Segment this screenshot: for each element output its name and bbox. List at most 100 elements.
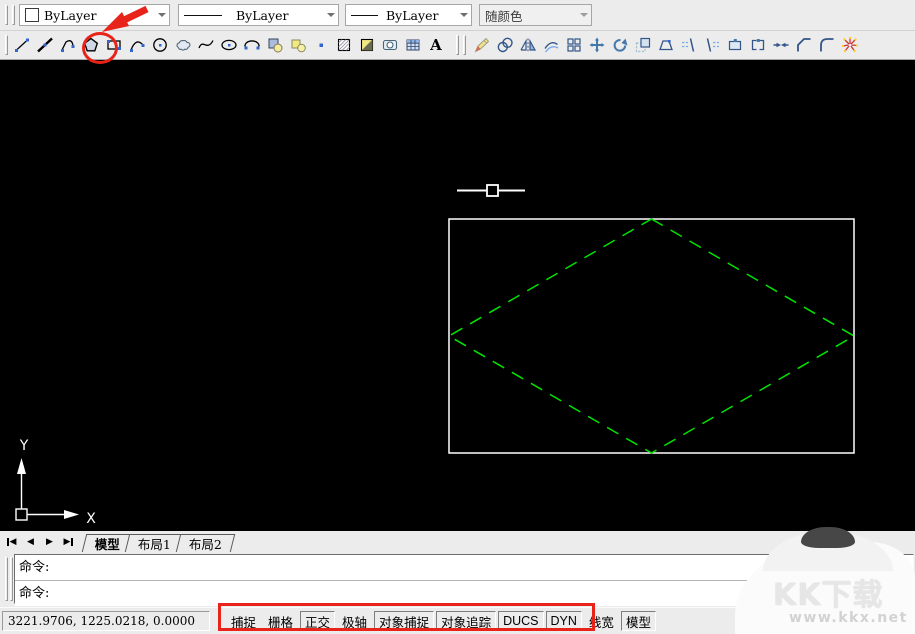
draw-modify-toolbar-row: A bbox=[0, 31, 915, 60]
next-layout-tab-button[interactable]: ▶ bbox=[41, 534, 58, 550]
toolbar-grip[interactable] bbox=[12, 5, 15, 25]
bar-icon bbox=[71, 538, 73, 546]
drawing-canvas[interactable]: Y X bbox=[0, 60, 915, 531]
polyline-button[interactable] bbox=[56, 33, 79, 58]
stretch-button[interactable] bbox=[654, 33, 677, 58]
toggle-DYN[interactable]: DYN bbox=[546, 611, 582, 631]
hatch-button[interactable] bbox=[332, 33, 355, 58]
spline-icon bbox=[197, 36, 215, 54]
mirror-icon bbox=[519, 36, 537, 54]
lineweight-control-combobox[interactable]: ByLayer bbox=[345, 4, 472, 26]
ellipse-arc-button[interactable] bbox=[240, 33, 263, 58]
svg-text:A: A bbox=[429, 36, 442, 54]
toolbar-grip[interactable] bbox=[5, 35, 8, 55]
insert-block-button[interactable] bbox=[263, 33, 286, 58]
rectangle-button[interactable] bbox=[102, 33, 125, 58]
move-icon bbox=[588, 36, 606, 54]
scale-button[interactable] bbox=[631, 33, 654, 58]
previous-layout-tab-button[interactable]: ◀ bbox=[22, 534, 39, 550]
toggle-线宽[interactable]: 线宽 bbox=[584, 611, 619, 631]
construction-line-button[interactable] bbox=[33, 33, 56, 58]
ucs-x-label: X bbox=[86, 511, 96, 527]
drawn-dashed-diamond[interactable] bbox=[449, 219, 854, 453]
point-icon bbox=[312, 36, 330, 54]
rotate-button[interactable] bbox=[608, 33, 631, 58]
join-button[interactable] bbox=[769, 33, 792, 58]
toolbar-grip[interactable] bbox=[5, 5, 8, 25]
status-toggle-buttons: 捕捉栅格正交极轴对象捕捉对象追踪DUCSDYN线宽模型 bbox=[226, 611, 656, 631]
drawn-rectangle[interactable] bbox=[449, 219, 854, 453]
tab-布局2[interactable]: 布局2 bbox=[176, 534, 235, 552]
arc-button[interactable] bbox=[125, 33, 148, 58]
linetype-control-dropdown-button[interactable] bbox=[323, 5, 338, 25]
trim-button[interactable] bbox=[677, 33, 700, 58]
toggle-栅格[interactable]: 栅格 bbox=[263, 611, 298, 631]
table-button[interactable] bbox=[401, 33, 424, 58]
array-button[interactable] bbox=[562, 33, 585, 58]
erase-icon bbox=[473, 36, 491, 54]
point-button[interactable] bbox=[309, 33, 332, 58]
gradient-icon bbox=[358, 36, 376, 54]
toolbar-grip[interactable] bbox=[463, 35, 466, 55]
make-block-button[interactable] bbox=[286, 33, 309, 58]
multiline-text-button[interactable]: A bbox=[424, 33, 447, 58]
command-text-area[interactable]: 命令:命令: bbox=[14, 554, 914, 604]
circle-button[interactable] bbox=[148, 33, 171, 58]
toggle-对象追踪[interactable]: 对象追踪 bbox=[436, 611, 496, 631]
copy-button[interactable] bbox=[493, 33, 516, 58]
extend-button[interactable] bbox=[700, 33, 723, 58]
lineweight-control-value: ByLayer bbox=[386, 8, 456, 23]
toolbar-grip[interactable] bbox=[456, 35, 459, 55]
arrow-left-icon: ◀ bbox=[27, 537, 34, 547]
color-control-combobox[interactable]: ByLayer bbox=[19, 4, 170, 26]
chamfer-button[interactable] bbox=[792, 33, 815, 58]
polygon-button[interactable] bbox=[79, 33, 102, 58]
ucs-y-label: Y bbox=[19, 438, 29, 454]
tab-navigation-buttons: ◀ ◀ ▶▶ bbox=[2, 534, 78, 552]
move-button[interactable] bbox=[585, 33, 608, 58]
chevron-down-icon bbox=[580, 13, 588, 17]
first-layout-tab-button[interactable]: ◀ bbox=[3, 534, 20, 550]
color-control-value: ByLayer bbox=[44, 8, 154, 23]
break-at-point-button[interactable] bbox=[723, 33, 746, 58]
circle-icon bbox=[151, 36, 169, 54]
toggle-正交[interactable]: 正交 bbox=[300, 611, 335, 631]
fillet-button[interactable] bbox=[815, 33, 838, 58]
coordinate-display[interactable]: 3221.9706, 1225.0218, 0.0000 bbox=[2, 611, 210, 631]
trim-icon bbox=[680, 36, 698, 54]
break-button[interactable] bbox=[746, 33, 769, 58]
erase-button[interactable] bbox=[470, 33, 493, 58]
linetype-control-combobox[interactable]: ByLayer bbox=[178, 4, 339, 26]
gradient-button[interactable] bbox=[355, 33, 378, 58]
last-layout-tab-button[interactable]: ▶ bbox=[60, 534, 77, 550]
status-bar: 3221.9706, 1225.0218, 0.0000 捕捉栅格正交极轴对象捕… bbox=[0, 607, 915, 634]
command-history-line: 命令: bbox=[15, 555, 913, 581]
region-icon bbox=[381, 36, 399, 54]
toggle-DUCS[interactable]: DUCS bbox=[498, 611, 543, 631]
toggle-捕捉[interactable]: 捕捉 bbox=[226, 611, 261, 631]
revision-cloud-button[interactable] bbox=[171, 33, 194, 58]
table-icon bbox=[404, 36, 422, 54]
command-prompt-line[interactable]: 命令: bbox=[15, 581, 913, 606]
command-window: 命令:命令: bbox=[0, 552, 915, 607]
mirror-button[interactable] bbox=[516, 33, 539, 58]
spline-button[interactable] bbox=[194, 33, 217, 58]
draw-toolbar: A bbox=[10, 33, 447, 58]
copy-icon bbox=[496, 36, 514, 54]
line-button[interactable] bbox=[10, 33, 33, 58]
color-control-dropdown-button[interactable] bbox=[154, 5, 169, 25]
ellipse-button[interactable] bbox=[217, 33, 240, 58]
break-icon bbox=[749, 36, 767, 54]
offset-button[interactable] bbox=[539, 33, 562, 58]
extend-icon bbox=[703, 36, 721, 54]
cad-application-window: ByLayer ByLayer ByLayer 随颜色 A bbox=[0, 0, 915, 634]
region-button[interactable] bbox=[378, 33, 401, 58]
toggle-模型[interactable]: 模型 bbox=[621, 611, 656, 631]
toggle-对象捕捉[interactable]: 对象捕捉 bbox=[374, 611, 434, 631]
lineweight-control-dropdown-button[interactable] bbox=[456, 5, 471, 25]
explode-button[interactable] bbox=[838, 33, 861, 58]
color-swatch bbox=[25, 8, 39, 22]
toggle-极轴[interactable]: 极轴 bbox=[337, 611, 372, 631]
canvas-graphics: Y X bbox=[0, 60, 915, 531]
fillet-icon bbox=[818, 36, 836, 54]
